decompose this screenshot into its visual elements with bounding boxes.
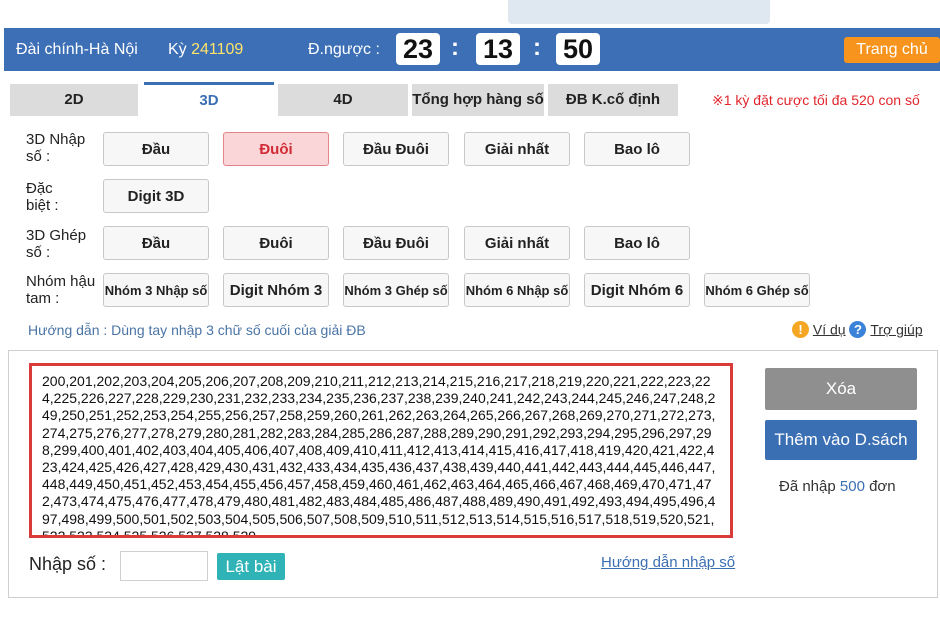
tab-db-k-co-dinh[interactable]: ĐB K.cố định xyxy=(548,84,678,116)
dau-button[interactable]: Đầu xyxy=(103,132,209,166)
input-guide-link[interactable]: Hướng dẫn nhập số xyxy=(601,554,735,571)
tab-4d[interactable]: 4D xyxy=(278,84,408,116)
ghep-dau-duoi-button[interactable]: Đầu Đuôi xyxy=(343,226,449,260)
row-label-nhom-hau-tam: Nhóm hậu tam : xyxy=(26,273,96,307)
row-label-dac-biet: Đặc biệt : xyxy=(26,180,59,214)
entered-count: Đã nhập 500 đơn xyxy=(779,478,896,495)
number-input[interactable] xyxy=(120,551,208,581)
example-link[interactable]: Ví dụ xyxy=(813,321,846,337)
ghep-duoi-button[interactable]: Đuôi xyxy=(223,226,329,260)
header-bar: Đài chính-Hà Nội Kỳ 241109 Đ.ngược : 23 … xyxy=(4,28,940,71)
bao-lo-button[interactable]: Bao lô xyxy=(584,132,690,166)
ghep-dau-button[interactable]: Đầu xyxy=(103,226,209,260)
tab-3d[interactable]: 3D xyxy=(144,82,274,118)
game-tabs: 2D 3D 4D Tổng hợp hàng số ĐB K.cố định ※… xyxy=(4,82,940,118)
clear-button[interactable]: Xóa xyxy=(765,368,917,410)
nhom-3-ghep-so-button[interactable]: Nhóm 3 Ghép số xyxy=(343,273,449,307)
countdown-seconds: 50 xyxy=(556,33,600,65)
entry-panel: 200,201,202,203,204,205,206,207,208,209,… xyxy=(8,350,938,598)
nhom-6-nhap-so-button[interactable]: Nhóm 6 Nhập số xyxy=(464,273,570,307)
digit-nhom-6-button[interactable]: Digit Nhóm 6 xyxy=(584,273,690,307)
warning-icon: ! xyxy=(792,320,809,338)
ghep-bao-lo-button[interactable]: Bao lô xyxy=(584,226,690,260)
station-name: Đài chính-Hà Nội xyxy=(16,41,138,58)
countdown-separator: : xyxy=(533,34,541,61)
digit-nhom-3-button[interactable]: Digit Nhóm 3 xyxy=(223,273,329,307)
countdown-separator: : xyxy=(451,34,459,61)
countdown-label: Đ.ngược : xyxy=(308,41,380,58)
countdown-minutes: 13 xyxy=(476,33,520,65)
countdown-hours: 23 xyxy=(396,33,440,65)
guide-text: Hướng dẫn : Dùng tay nhập 3 chữ số cuối … xyxy=(28,322,366,338)
count-value: 500 xyxy=(839,478,865,495)
period-label: Kỳ xyxy=(168,41,187,58)
top-strip xyxy=(0,0,940,26)
row-label-3d-ghep-so: 3D Ghép số : xyxy=(26,227,87,261)
help-links: ! Ví dụ ? Trợ giúp xyxy=(792,320,923,338)
help-link[interactable]: Trợ giúp xyxy=(870,321,922,337)
row-label-3d-nhap-so: 3D Nhập số : xyxy=(26,131,86,165)
count-prefix: Đã nhập xyxy=(779,478,836,495)
period-info: Kỳ 241109 xyxy=(168,41,243,59)
flip-button[interactable]: Lật bài xyxy=(217,553,285,580)
giai-nhat-button[interactable]: Giải nhất xyxy=(464,132,570,166)
bet-limit-note: ※1 kỳ đặt cược tối đa 520 con số xyxy=(712,92,920,108)
nhom-3-nhap-so-button[interactable]: Nhóm 3 Nhập số xyxy=(103,273,209,307)
tab-tong-hop[interactable]: Tổng hợp hàng số xyxy=(412,84,544,116)
ghep-giai-nhat-button[interactable]: Giải nhất xyxy=(464,226,570,260)
count-suffix: đơn xyxy=(869,478,896,495)
period-number: 241109 xyxy=(191,41,244,58)
digit-3d-button[interactable]: Digit 3D xyxy=(103,179,209,213)
nhom-6-ghep-so-button[interactable]: Nhóm 6 Ghép số xyxy=(704,273,810,307)
top-tab-strip xyxy=(508,0,770,24)
number-entry-textarea[interactable]: 200,201,202,203,204,205,206,207,208,209,… xyxy=(29,363,733,538)
dau-duoi-button[interactable]: Đầu Đuôi xyxy=(343,132,449,166)
home-button[interactable]: Trang chủ xyxy=(844,37,940,63)
duoi-button-selected[interactable]: Đuôi xyxy=(223,132,329,166)
question-icon: ? xyxy=(849,320,867,338)
add-to-list-button[interactable]: Thêm vào D.sách xyxy=(765,420,917,460)
tab-2d[interactable]: 2D xyxy=(10,84,138,116)
number-input-label: Nhập số : xyxy=(29,554,107,574)
